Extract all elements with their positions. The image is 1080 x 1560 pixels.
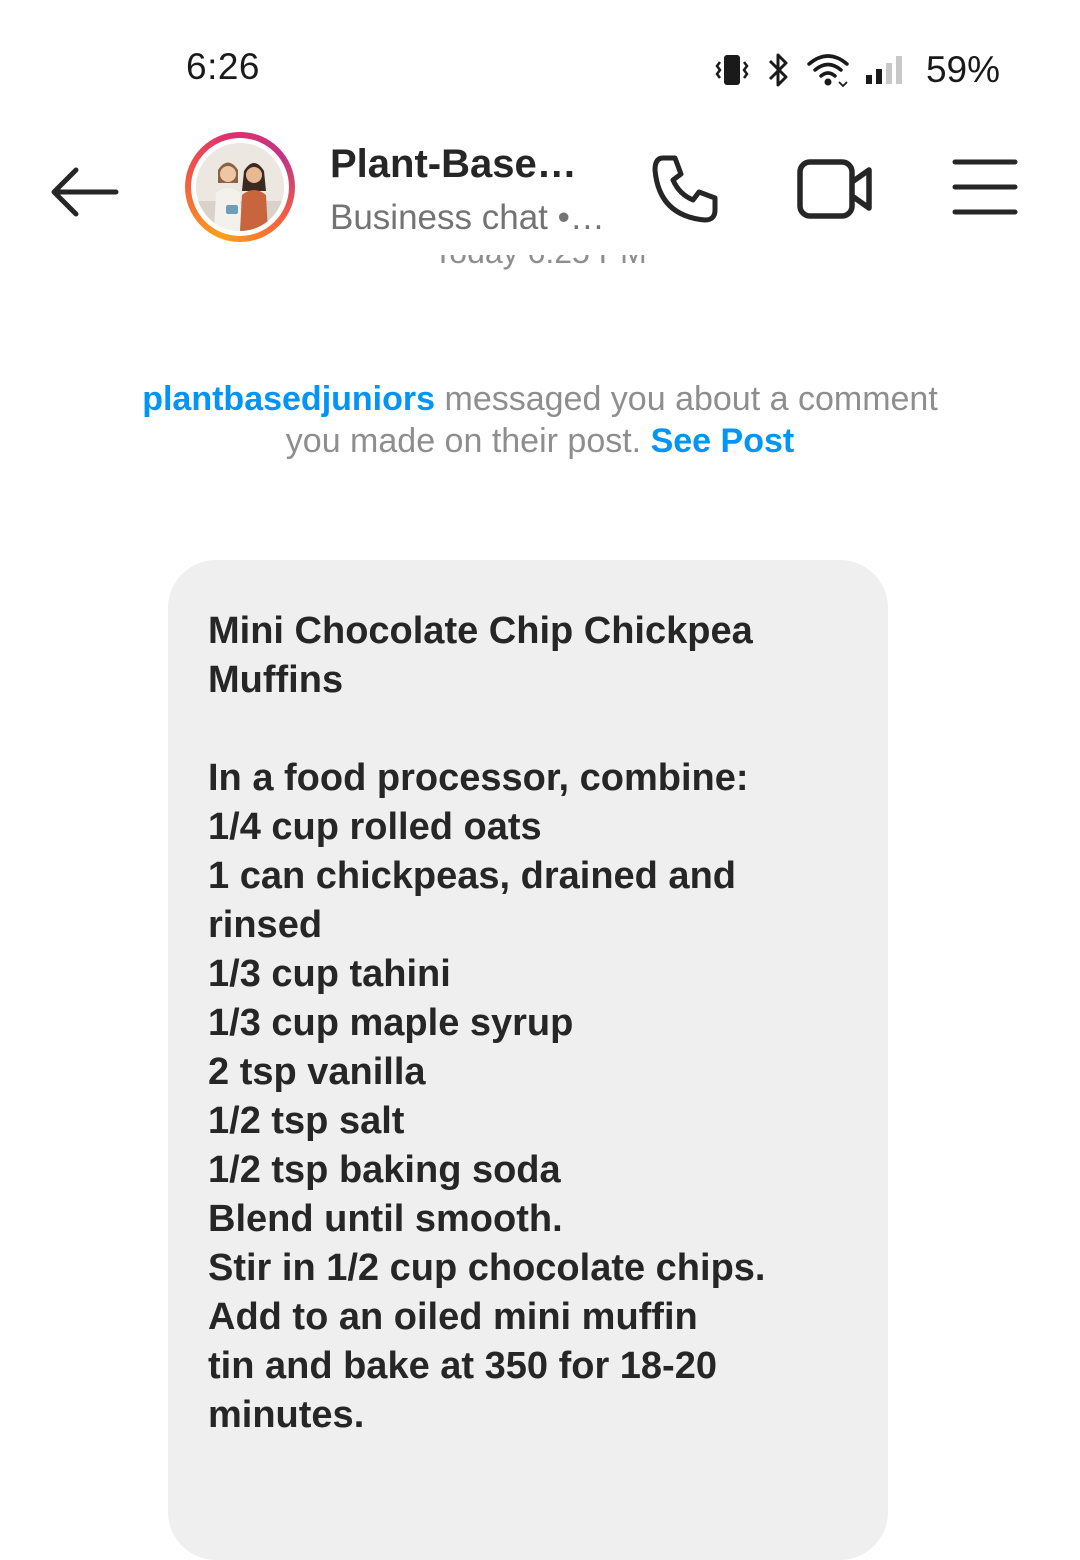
video-call-button[interactable] — [795, 154, 875, 224]
status-time: 6:26 — [186, 46, 261, 87]
recipe-line: rinsed — [208, 904, 323, 946]
vibrate-icon — [712, 52, 752, 88]
signal-icon — [864, 55, 908, 85]
recipe-line: 1/2 tsp salt — [208, 1100, 405, 1142]
recipe-line: 1/2 tsp baking soda — [208, 1149, 561, 1191]
status-bar: 6:26 59% — [0, 0, 1080, 130]
recipe-line: 1/3 cup maple syrup — [208, 1002, 574, 1044]
recipe-line: In a food processor, combine: — [208, 757, 749, 799]
audio-call-button[interactable] — [645, 150, 725, 230]
recipe-line: 1/4 cup rolled oats — [208, 806, 542, 848]
phone-icon — [645, 155, 725, 234]
message-bubble[interactable]: Mini Chocolate Chip Chickpea Muffins In … — [168, 560, 888, 1560]
recipe-title: Mini Chocolate Chip Chickpea Muffins — [208, 610, 753, 701]
recipe-line: 1 can chickpeas, drained and — [208, 855, 736, 897]
see-post-link[interactable]: See Post — [651, 422, 795, 460]
recipe-line: Stir in 1/2 cup chocolate chips. — [208, 1247, 766, 1289]
recipe-line: Add to an oiled mini muffin — [208, 1296, 698, 1338]
avatar-photo — [196, 143, 284, 231]
recipe-line: Blend until smooth. — [208, 1198, 563, 1240]
video-camera-icon — [795, 159, 875, 228]
bluetooth-icon — [766, 51, 792, 89]
chat-header: Plant-Base… Business chat •… — [0, 130, 1080, 255]
battery-percent: 59% — [925, 49, 1000, 90]
recipe-line: tin and bake at 350 for 18-20 — [208, 1345, 717, 1387]
recipe-line: 2 tsp vanilla — [208, 1051, 426, 1093]
notice-text-1: messaged you about a comment — [435, 380, 938, 418]
recipe-line: minutes. — [208, 1394, 365, 1436]
status-icons: 59% — [712, 48, 1000, 92]
profile-avatar[interactable] — [185, 132, 295, 242]
username-link[interactable]: plantbasedjuniors — [142, 380, 435, 418]
chat-subtitle: Business chat •… — [330, 198, 605, 237]
recipe-line: 1/3 cup tahini — [208, 953, 451, 995]
back-arrow-icon — [44, 167, 124, 228]
wifi-icon — [806, 52, 850, 88]
recipe-body: In a food processor, combine: 1/4 cup ro… — [208, 754, 848, 1440]
menu-button[interactable] — [950, 156, 1020, 218]
chat-title[interactable]: Plant-Base… — [330, 142, 577, 187]
notice-text-2: you made on their post. — [285, 422, 651, 460]
back-button[interactable] — [44, 160, 124, 224]
comment-notice: plantbasedjuniors messaged you about a c… — [90, 378, 990, 462]
menu-icon — [950, 159, 1020, 222]
